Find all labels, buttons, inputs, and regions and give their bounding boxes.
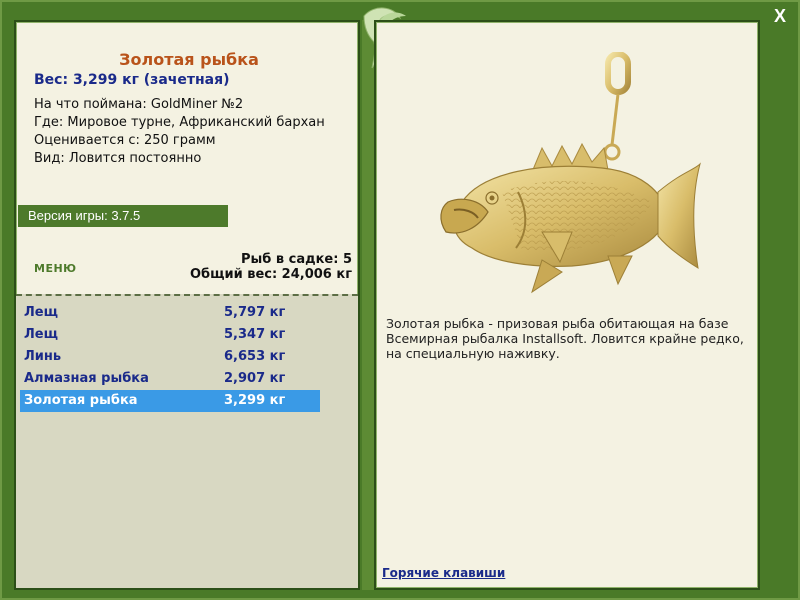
- menu-button[interactable]: МЕНЮ: [34, 262, 77, 275]
- fish-list: Лещ 5,797 кг Лещ 5,347 кг Линь 6,653 кг …: [16, 294, 358, 588]
- info-location: Где: Мировое турне, Африканский бархан: [34, 115, 325, 130]
- list-item-weight: 5,347 кг: [224, 327, 286, 342]
- version-bar: Версия игры: 3.7.5: [18, 205, 228, 227]
- fish-preview-panel: Золотая рыбка - призовая рыба обитающая …: [374, 20, 760, 590]
- list-item-name: Золотая рыбка: [24, 393, 138, 408]
- hotkeys-link[interactable]: Горячие клавиши: [382, 566, 505, 580]
- golden-fish-pendant-image: [440, 52, 701, 294]
- info-type: Вид: Ловится постоянно: [34, 151, 202, 166]
- fish-weight: Вес: 3,299 кг (зачетная): [34, 72, 230, 88]
- list-item[interactable]: Алмазная рыбка 2,907 кг: [20, 368, 320, 390]
- fish-info-block: На что поймана: GoldMiner №2 Где: Мирово…: [34, 96, 325, 168]
- list-item-name: Алмазная рыбка: [24, 371, 149, 386]
- list-item-name: Лещ: [24, 305, 58, 320]
- list-item-name: Линь: [24, 349, 62, 364]
- fish-description: Золотая рыбка - призовая рыба обитающая …: [386, 316, 744, 361]
- info-caught-with: На что поймана: GoldMiner №2: [34, 97, 244, 112]
- list-item-name: Лещ: [24, 327, 58, 342]
- list-item-weight: 5,797 кг: [224, 305, 286, 320]
- panel-divider: [362, 20, 374, 590]
- list-item[interactable]: Линь 6,653 кг: [20, 346, 320, 368]
- fish-title: Золотая рыбка: [119, 50, 259, 69]
- list-item-weight: 3,299 кг: [224, 393, 286, 408]
- list-item-weight: 2,907 кг: [224, 371, 286, 386]
- cage-stats: Рыб в садке: 5 Общий вес: 24,006 кг: [190, 252, 352, 282]
- info-rated-from: Оценивается с: 250 грамм: [34, 133, 216, 148]
- cage-count: Рыб в садке: 5: [240, 252, 352, 267]
- list-item[interactable]: Лещ 5,347 кг: [20, 324, 320, 346]
- list-item[interactable]: Лещ 5,797 кг: [20, 302, 320, 324]
- cage-total-weight: Общий вес: 24,006 кг: [189, 267, 352, 282]
- close-button[interactable]: X: [770, 6, 790, 26]
- list-item-selected[interactable]: Золотая рыбка 3,299 кг: [20, 390, 320, 412]
- fish-details-panel: Золотая рыбка Вес: 3,299 кг (зачетная) Н…: [14, 20, 360, 590]
- list-item-weight: 6,653 кг: [224, 349, 286, 364]
